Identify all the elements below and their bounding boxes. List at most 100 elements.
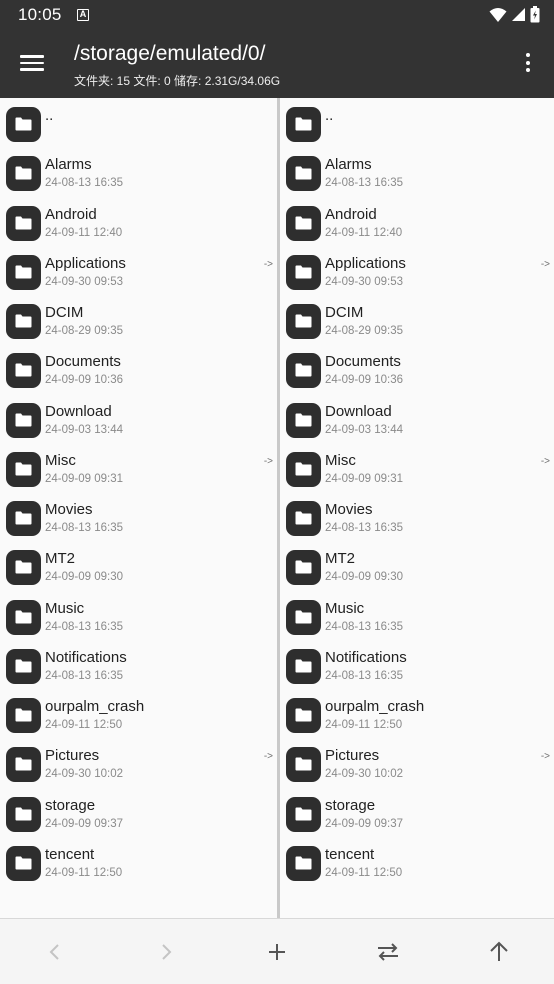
folder-item[interactable]: Misc 24-09-09 09:31 -> — [0, 445, 277, 494]
file-date: 24-09-09 09:30 — [45, 571, 124, 584]
folder-item[interactable]: Android 24-09-11 12:40 — [280, 199, 554, 248]
file-date: 24-09-09 09:37 — [45, 817, 124, 830]
file-date: 24-09-03 13:44 — [45, 423, 124, 436]
folder-item[interactable]: Documents 24-09-09 10:36 — [0, 346, 277, 395]
folder-item[interactable]: DCIM 24-08-29 09:35 — [280, 297, 554, 346]
folder-item[interactable]: tencent 24-09-11 12:50 — [0, 839, 277, 888]
file-name: Android — [45, 205, 97, 223]
folder-item[interactable]: Applications 24-09-30 09:53 -> — [280, 248, 554, 297]
folder-item[interactable]: storage 24-09-09 09:37 — [0, 790, 277, 839]
folder-icon — [286, 550, 321, 586]
folder-icon — [6, 451, 41, 487]
file-name: MT2 — [45, 550, 75, 568]
file-date: 24-08-29 09:35 — [325, 325, 404, 337]
file-date: 24-08-13 16:35 — [45, 177, 124, 190]
parent-folder-item[interactable]: .. — [280, 100, 554, 149]
file-date: 24-09-11 12:40 — [45, 226, 123, 239]
swap-icon — [378, 943, 398, 961]
file-name: Movies — [325, 501, 373, 518]
folder-icon — [286, 747, 321, 783]
file-date: 24-08-13 16:35 — [45, 669, 124, 682]
folder-item[interactable]: MT2 24-09-09 09:30 — [280, 543, 554, 592]
signal-icon — [512, 8, 525, 21]
symlink-indicator: -> — [540, 258, 550, 270]
file-name: storage — [325, 796, 376, 814]
folder-item[interactable]: Alarms 24-08-13 16:35 — [0, 149, 277, 198]
file-date: 24-09-09 09:31 — [45, 472, 124, 485]
folder-item[interactable]: Movies 24-08-13 16:35 — [280, 494, 554, 543]
folder-item[interactable]: DCIM 24-08-29 09:35 — [0, 297, 277, 346]
folder-icon — [6, 550, 41, 586]
file-date: 24-09-11 12:50 — [45, 866, 123, 879]
symlink-indicator: -> — [263, 258, 273, 270]
folder-icon — [6, 599, 41, 635]
folder-icon — [286, 402, 321, 438]
folder-item[interactable]: Pictures 24-09-30 10:02 -> — [280, 740, 554, 789]
folder-icon — [286, 599, 321, 635]
file-name: Pictures — [325, 747, 380, 765]
folder-item[interactable]: Download 24-09-03 13:44 — [0, 396, 277, 445]
folder-item[interactable]: Movies 24-08-13 16:35 — [0, 494, 277, 543]
file-date: 24-09-09 09:31 — [325, 472, 404, 485]
file-date: 24-08-29 09:35 — [45, 325, 124, 337]
file-date: 24-09-11 12:50 — [325, 719, 403, 731]
file-name: Download — [45, 402, 112, 420]
folder-item[interactable]: Notifications 24-08-13 16:35 — [280, 642, 554, 691]
folder-icon — [6, 156, 41, 192]
folder-icon — [6, 698, 41, 733]
file-name: tencent — [325, 845, 375, 863]
parent-directory-button[interactable] — [484, 937, 514, 967]
folder-item[interactable]: tencent 24-09-11 12:50 — [280, 839, 554, 888]
file-date: 24-09-30 10:02 — [45, 768, 124, 781]
file-date: 24-09-03 13:44 — [325, 423, 404, 436]
folder-item[interactable]: Documents 24-09-09 10:36 — [280, 346, 554, 395]
left-pane[interactable]: .. Alarms 24-08-13 16:35 Android 24-09-11 12… — [0, 98, 277, 918]
swap-panes-button[interactable] — [373, 937, 403, 967]
back-button[interactable] — [40, 937, 70, 967]
file-panes: .. Alarms 24-08-13 16:35 Android 24-09-11 12… — [0, 98, 554, 918]
folder-icon — [286, 451, 321, 487]
folder-icon — [6, 501, 41, 536]
folder-icon — [286, 845, 321, 881]
folder-item[interactable]: Misc 24-09-09 09:31 -> — [280, 445, 554, 494]
folder-item[interactable]: Download 24-09-03 13:44 — [280, 396, 554, 445]
file-name: Alarms — [325, 156, 372, 174]
folder-item[interactable]: Music 24-08-13 16:35 — [280, 593, 554, 642]
menu-button[interactable] — [20, 51, 48, 75]
folder-icon — [286, 304, 321, 339]
more-options-button[interactable] — [524, 53, 532, 75]
forward-button[interactable] — [151, 937, 181, 967]
file-name: Pictures — [45, 747, 100, 765]
file-name: tencent — [45, 845, 95, 863]
file-date: 24-09-11 12:50 — [45, 719, 123, 731]
file-name: Documents — [45, 353, 121, 371]
folder-item[interactable]: MT2 24-09-09 09:30 — [0, 543, 277, 592]
arrow-up-icon — [490, 941, 508, 961]
folder-item[interactable]: storage 24-09-09 09:37 — [280, 790, 554, 839]
folder-icon — [286, 254, 321, 290]
folder-icon — [6, 402, 41, 438]
folder-item[interactable]: Pictures 24-09-30 10:02 -> — [0, 740, 277, 789]
folder-item[interactable]: ourpalm_crash 24-09-11 12:50 — [0, 691, 277, 740]
folder-item[interactable]: Alarms 24-08-13 16:35 — [280, 149, 554, 198]
right-pane[interactable]: .. Alarms 24-08-13 16:35 Android 24-09-11 12… — [280, 98, 554, 918]
file-date: 24-08-13 16:35 — [325, 669, 404, 682]
new-item-button[interactable] — [262, 937, 292, 967]
folder-item[interactable]: Applications 24-09-30 09:53 -> — [0, 248, 277, 297]
file-name: Applications — [325, 254, 406, 272]
folder-item[interactable]: Android 24-09-11 12:40 — [0, 199, 277, 248]
folder-item[interactable]: ourpalm_crash 24-09-11 12:50 — [280, 691, 554, 740]
file-date: 24-08-13 16:35 — [325, 177, 404, 190]
folder-item[interactable]: Music 24-08-13 16:35 — [0, 593, 277, 642]
parent-folder-item[interactable]: .. — [0, 100, 277, 149]
chevron-left-icon — [49, 944, 59, 960]
folder-icon — [6, 796, 41, 832]
symlink-indicator: -> — [540, 751, 550, 763]
file-date: 24-09-09 10:36 — [325, 374, 404, 387]
symlink-indicator: -> — [263, 751, 273, 763]
folder-icon — [6, 254, 41, 290]
folder-icon — [6, 205, 41, 241]
status-bar: 10:05 A — [0, 0, 554, 30]
plus-icon — [269, 944, 285, 960]
folder-item[interactable]: Notifications 24-08-13 16:35 — [0, 642, 277, 691]
